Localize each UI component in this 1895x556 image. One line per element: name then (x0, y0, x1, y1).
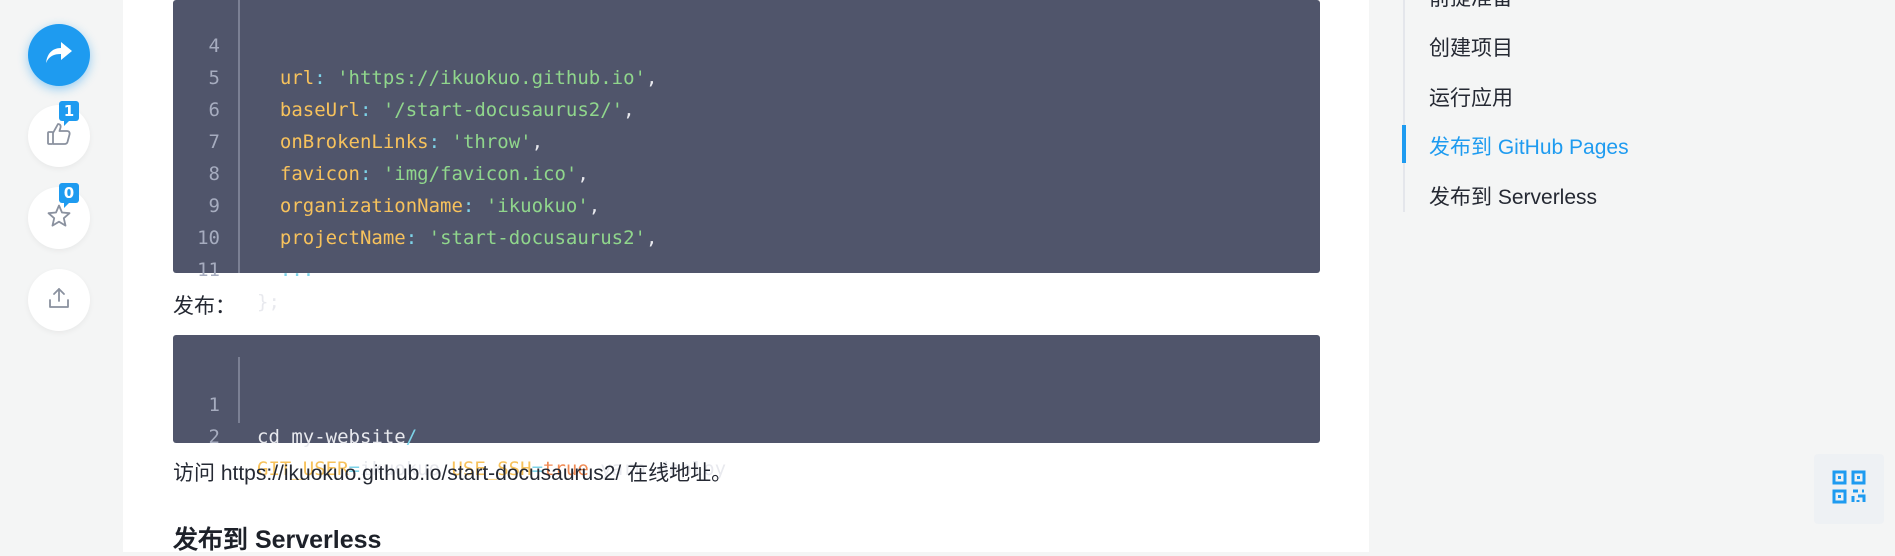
like-count-badge: 1 (59, 101, 79, 126)
code-line: 9 projectName: 'start-docusaurus2', (173, 158, 1320, 249)
code-line: 11 }; (173, 222, 1320, 313)
like-button[interactable]: 1 (28, 101, 90, 167)
upload-icon (47, 286, 71, 315)
collect-count-badge: 0 (59, 183, 79, 208)
visit-link-text: 访问 https://ikuokuo.github.io/start-docus… (173, 462, 733, 485)
code-text: ... (279, 259, 315, 281)
code-line: 5 baseUrl: '/start-docusaurus2/', (173, 30, 1320, 121)
code-line: 2 GIT_USER=ikuokuo USE_SSH=true yarn dep… (173, 389, 1320, 480)
share-button[interactable] (28, 24, 90, 86)
code-line: 1 cd my-website/ (173, 357, 1320, 448)
qr-code-icon (1832, 470, 1866, 509)
toc-active-indicator (1402, 125, 1406, 163)
code-block-deploy: 1 cd my-website/ 2 GIT_USER=ikuokuo USE_… (173, 335, 1320, 480)
toc-item-serverless[interactable]: 发布到 Serverless (1429, 181, 1597, 211)
line-number: 2 (208, 426, 220, 448)
toc-item-github-pages[interactable]: 发布到 GitHub Pages (1429, 131, 1629, 161)
table-of-contents: 前提准备 创建项目 运行应用 发布到 GitHub Pages 发布到 Serv… (1402, 0, 1825, 212)
section-heading-serverless: 发布到 Serverless (173, 526, 382, 554)
share-icon (44, 40, 74, 71)
publish-label: 发布： (173, 295, 236, 318)
article-content: 4 url: 'https://ikuokuo.github.io', 5 ba… (123, 0, 1369, 554)
line-number: 11 (197, 259, 220, 281)
code-text: cd my-website/ (257, 426, 418, 448)
qr-code-button[interactable] (1814, 454, 1884, 524)
toc-item-prerequisites[interactable]: 前提准备 (1429, 0, 1513, 12)
code-line: 8 organizationName: 'ikuokuo', (173, 126, 1320, 217)
code-line: 10 ... (173, 190, 1320, 281)
code-block-config: 4 url: 'https://ikuokuo.github.io', 5 ba… (173, 0, 1320, 313)
share-upload-button[interactable] (28, 269, 90, 331)
code-text: }; (257, 291, 280, 313)
code-line: 6 onBrokenLinks: 'throw', (173, 62, 1320, 153)
code-line: 7 favicon: 'img/favicon.ico', (173, 94, 1320, 185)
toc-item-run-app[interactable]: 运行应用 (1429, 82, 1513, 112)
toc-item-create-project[interactable]: 创建项目 (1429, 32, 1513, 62)
code-line: 4 url: 'https://ikuokuo.github.io', (173, 0, 1320, 89)
collect-button[interactable]: 0 (28, 183, 90, 249)
